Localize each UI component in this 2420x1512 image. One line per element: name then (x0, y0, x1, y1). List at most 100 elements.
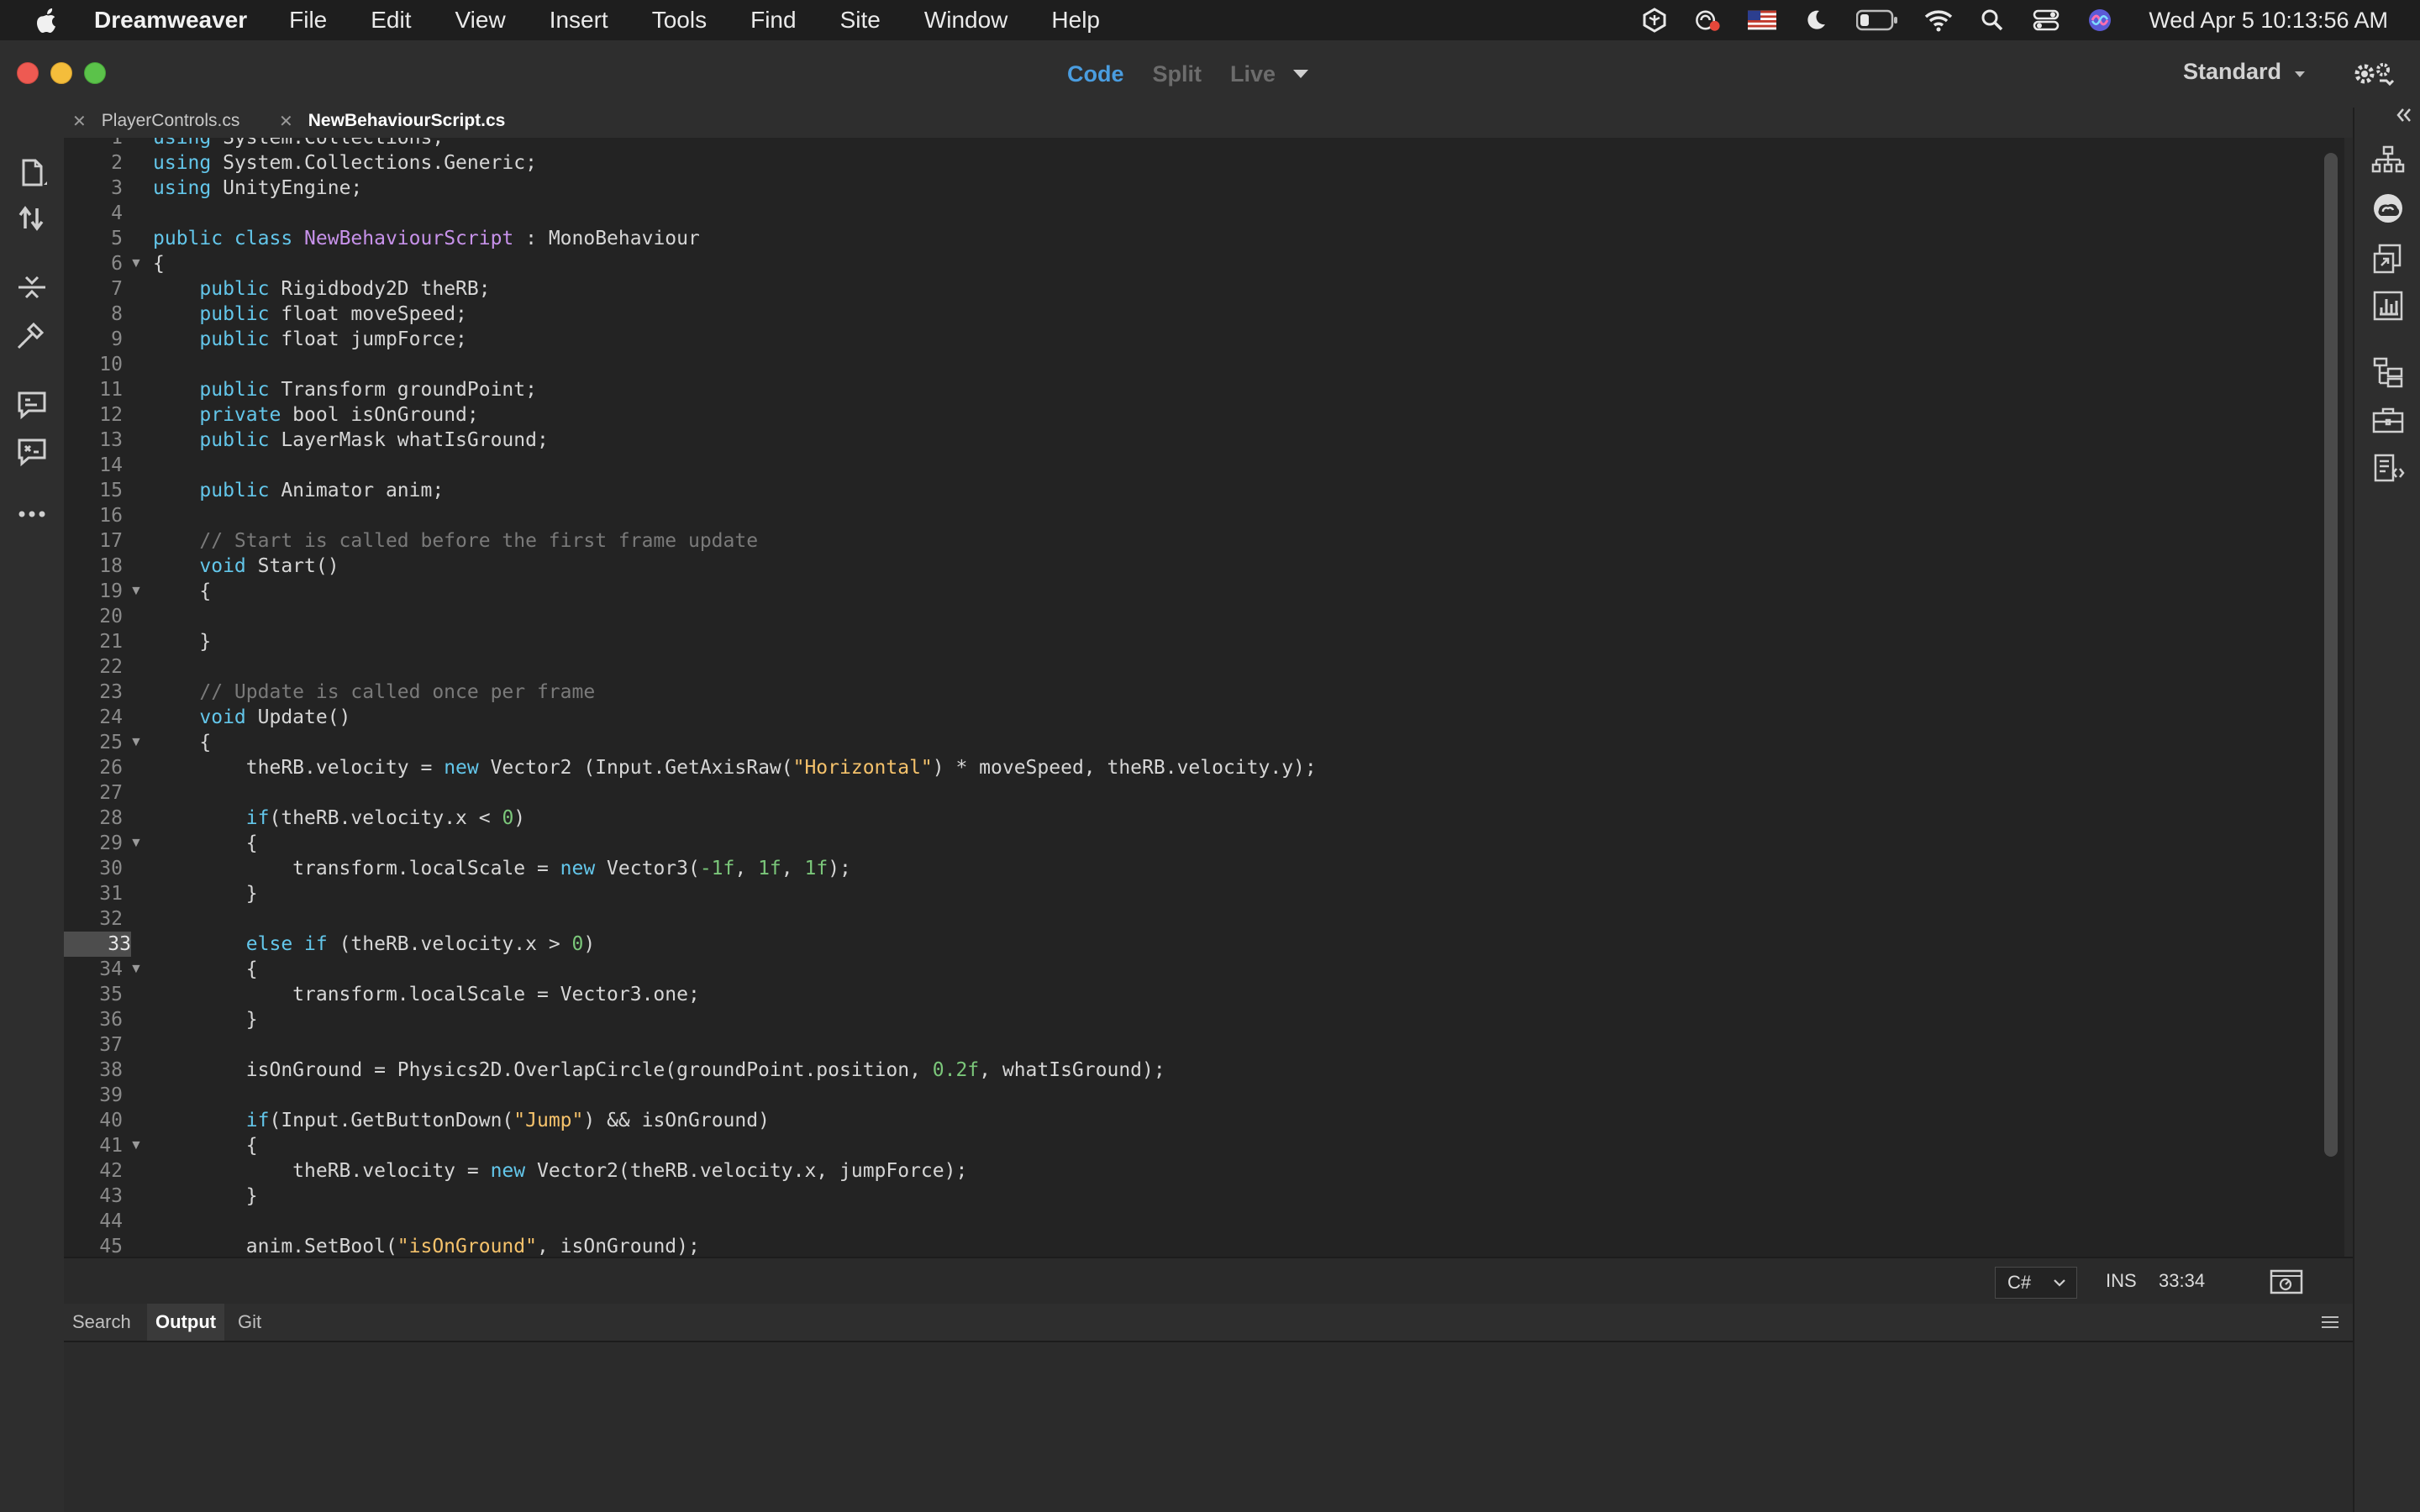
menu-window[interactable]: Window (924, 7, 1008, 34)
control-center-icon[interactable] (2032, 6, 2060, 34)
menu-file[interactable]: File (289, 7, 327, 34)
code-line[interactable]: 2 using System.Collections.Generic; (64, 150, 2344, 176)
code-line[interactable]: 4 (64, 201, 2344, 226)
code-line[interactable]: 41 ▼ { (64, 1133, 2344, 1158)
code-line[interactable]: 26 theRB.velocity = new Vector2 (Input.G… (64, 755, 2344, 780)
file-management-icon[interactable] (15, 156, 49, 190)
code-line[interactable]: 3 using UnityEngine; (64, 176, 2344, 201)
code-line[interactable]: 36 } (64, 1007, 2344, 1032)
fold-toggle-icon[interactable]: ▼ (129, 730, 143, 755)
menu-tools[interactable]: Tools (652, 7, 707, 34)
code-editor[interactable]: 1 using System.Collections; 2 using System.… (64, 138, 2344, 1257)
fold-toggle-icon[interactable]: ▼ (129, 579, 143, 604)
app-name-menu[interactable]: Dreamweaver (94, 7, 247, 34)
menu-view[interactable]: View (455, 7, 506, 34)
code-line[interactable]: 19 ▼ { (64, 579, 2344, 604)
tab-close-icon[interactable]: ✕ (279, 111, 293, 132)
code-line[interactable]: 29 ▼ { (64, 831, 2344, 856)
code-line[interactable]: 10 (64, 352, 2344, 377)
panel-menu-icon[interactable] (2321, 1315, 2339, 1329)
code-line[interactable]: 5 public class NewBehaviourScript : MonoB… (64, 226, 2344, 251)
creative-cloud-sync-icon[interactable] (1694, 6, 1723, 34)
code-line[interactable]: 24 void Update() (64, 705, 2344, 730)
tab-git[interactable]: Git (229, 1304, 270, 1341)
assets-panel-icon[interactable] (2371, 403, 2405, 437)
code-line[interactable]: 28 if(theRB.velocity.x < 0) (64, 806, 2344, 831)
code-line[interactable]: 44 (64, 1209, 2344, 1234)
dom-panel-icon[interactable] (2371, 144, 2405, 178)
menu-site[interactable]: Site (840, 7, 881, 34)
collapse-panels-icon[interactable] (2395, 106, 2413, 124)
code-line[interactable]: 27 (64, 780, 2344, 806)
code-line[interactable]: 14 (64, 453, 2344, 478)
menu-insert[interactable]: Insert (550, 7, 608, 34)
code-line[interactable]: 34 ▼ { (64, 957, 2344, 982)
split-view-button[interactable]: Split (1153, 61, 1202, 87)
realtime-preview-icon[interactable] (2269, 1268, 2304, 1295)
code-line[interactable]: 35 transform.localScale = Vector3.one; (64, 982, 2344, 1007)
window-close-button[interactable] (17, 62, 39, 84)
spotlight-search-icon[interactable] (1978, 6, 2007, 34)
code-line[interactable]: 6 ▼ { (64, 251, 2344, 276)
code-line[interactable]: 20 (64, 604, 2344, 629)
tab-close-icon[interactable]: ✕ (72, 111, 87, 132)
unity-icon[interactable] (1640, 6, 1669, 34)
window-zoom-button[interactable] (84, 62, 106, 84)
code-view-button[interactable]: Code (1067, 61, 1124, 87)
code-line[interactable]: 11 public Transform groundPoint; (64, 377, 2344, 402)
code-line[interactable]: 31 } (64, 881, 2344, 906)
code-line[interactable]: 39 (64, 1083, 2344, 1108)
language-select[interactable]: C# (1995, 1267, 2077, 1299)
tab-search[interactable]: Search (64, 1304, 139, 1341)
fold-toggle-icon[interactable]: ▼ (129, 1133, 143, 1158)
code-line[interactable]: 43 } (64, 1184, 2344, 1209)
siri-icon[interactable] (2086, 6, 2114, 34)
tab-newbehaviourscript[interactable]: ✕ NewBehaviourScript.cs (279, 104, 505, 138)
code-line[interactable]: 33 else if (theRB.velocity.x > 0) (64, 932, 2344, 957)
code-line[interactable]: 1 using System.Collections; (64, 138, 2344, 150)
editor-scrollbar[interactable] (2324, 153, 2338, 1157)
menu-edit[interactable]: Edit (371, 7, 411, 34)
moon-icon[interactable] (1802, 6, 1830, 34)
fold-toggle-icon[interactable]: ▼ (129, 251, 143, 276)
code-line[interactable]: 25 ▼ { (64, 730, 2344, 755)
code-line[interactable]: 37 (64, 1032, 2344, 1058)
code-line[interactable]: 42 theRB.velocity = new Vector2(theRB.ve… (64, 1158, 2344, 1184)
workspace-switcher[interactable]: Standard (2183, 59, 2281, 85)
remove-comment-icon[interactable] (15, 435, 49, 469)
snippets-panel-icon[interactable] (2371, 452, 2405, 486)
tab-output[interactable]: Output (147, 1304, 225, 1341)
get-put-files-icon[interactable] (15, 202, 49, 235)
css-designer-icon[interactable] (2371, 289, 2405, 323)
cc-libraries-icon[interactable] (2371, 192, 2405, 225)
live-view-button[interactable]: Live (1230, 61, 1276, 87)
code-line[interactable]: 23 // Update is called once per frame (64, 680, 2344, 705)
workspace-dropdown-icon[interactable] (2294, 71, 2306, 78)
more-tools-icon[interactable] (15, 497, 49, 531)
code-line[interactable]: 22 (64, 654, 2344, 680)
code-line[interactable]: 16 (64, 503, 2344, 528)
us-flag-icon[interactable] (1748, 6, 1777, 34)
apple-icon[interactable] (35, 7, 59, 34)
fold-toggle-icon[interactable]: ▼ (129, 831, 143, 856)
code-line[interactable]: 40 if(Input.GetButtonDown("Jump") && isO… (64, 1108, 2344, 1133)
wifi-icon[interactable] (1924, 6, 1953, 34)
menu-find[interactable]: Find (750, 7, 796, 34)
code-line[interactable]: 15 public Animator anim; (64, 478, 2344, 503)
code-line[interactable]: 8 public float moveSpeed; (64, 302, 2344, 327)
workspace-settings-icon[interactable] (2353, 59, 2400, 89)
fold-toggle-icon[interactable]: ▼ (129, 957, 143, 982)
code-line[interactable]: 7 public Rigidbody2D theRB; (64, 276, 2344, 302)
files-tree-icon[interactable] (2371, 356, 2405, 390)
expand-collapse-code-icon[interactable] (15, 270, 49, 304)
battery-icon[interactable] (1855, 6, 1899, 34)
menu-bar-clock[interactable]: Wed Apr 5 10:13:56 AM (2149, 8, 2388, 34)
code-line[interactable]: 30 transform.localScale = new Vector3(-1… (64, 856, 2344, 881)
tab-playercontrols[interactable]: ✕ PlayerControls.cs (72, 104, 239, 138)
live-view-dropdown-icon[interactable] (1292, 69, 1309, 79)
menu-help[interactable]: Help (1051, 7, 1100, 34)
code-line[interactable]: 32 (64, 906, 2344, 932)
window-minimize-button[interactable] (50, 62, 72, 84)
code-line[interactable]: 13 public LayerMask whatIsGround; (64, 428, 2344, 453)
code-line[interactable]: 45 anim.SetBool("isOnGround", isOnGround… (64, 1234, 2344, 1257)
